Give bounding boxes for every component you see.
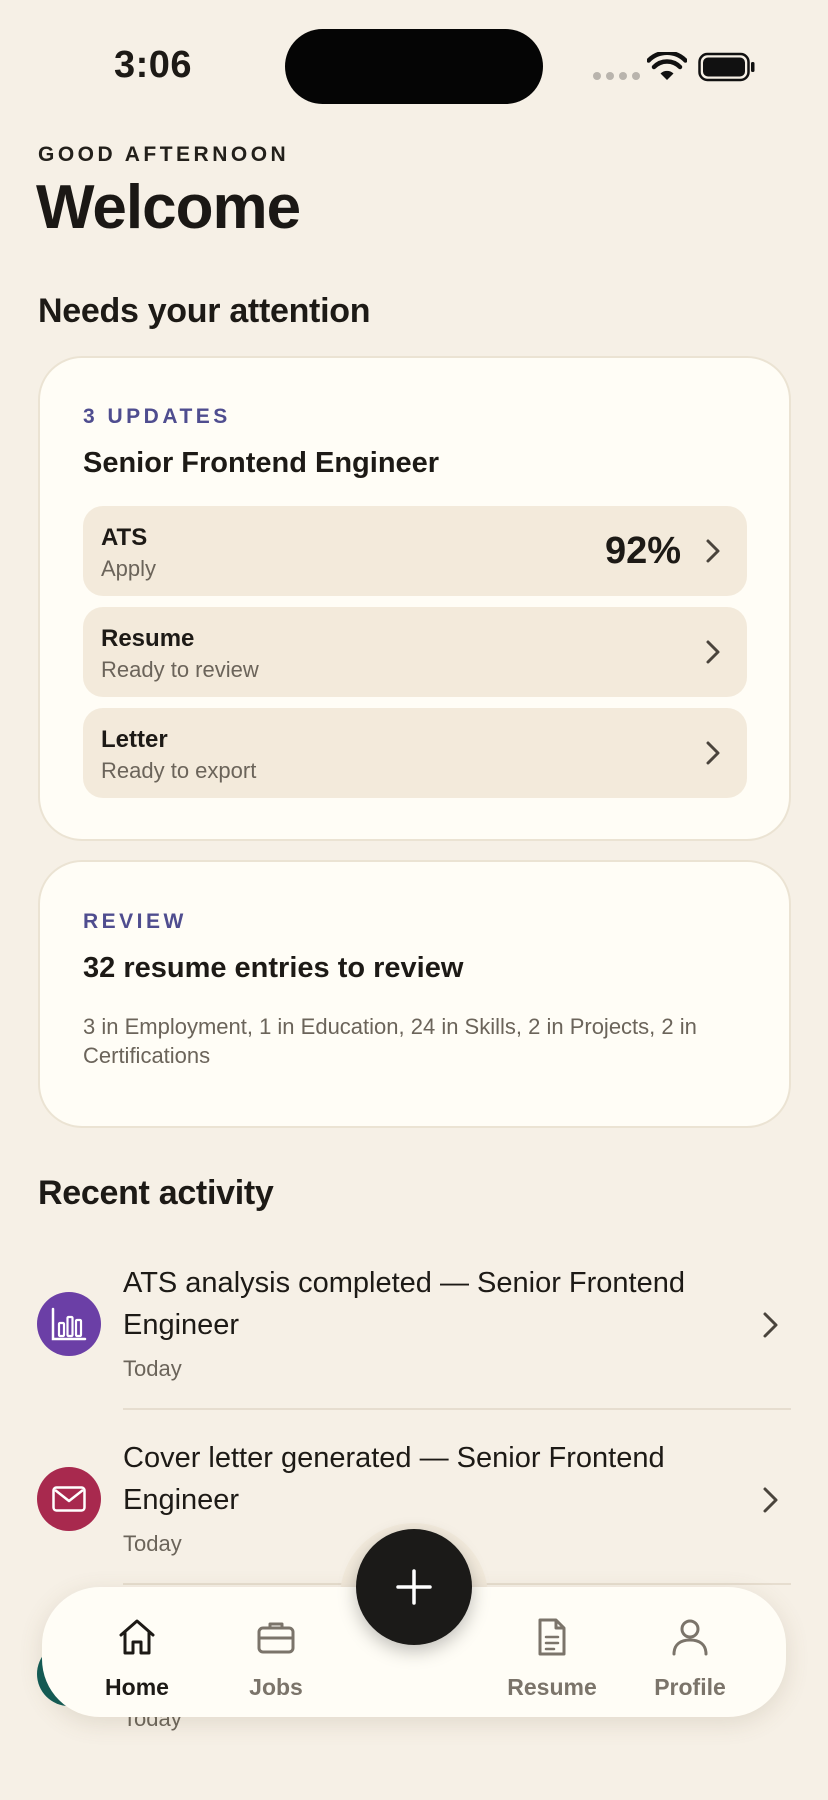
wifi-icon (647, 52, 687, 80)
review-title: 32 resume entries to review (83, 952, 464, 984)
resume-row-subtitle: Ready to review (101, 657, 259, 682)
tab-jobs[interactable]: Jobs (216, 1587, 336, 1717)
tab-home[interactable]: Home (77, 1587, 197, 1717)
resume-row-title: Resume (101, 625, 195, 652)
dynamic-island (285, 29, 543, 104)
document-icon (538, 1618, 566, 1656)
plus-icon (396, 1569, 432, 1605)
briefcase-icon (257, 1622, 295, 1654)
tab-profile[interactable]: Profile (630, 1587, 750, 1717)
resume-row[interactable]: Resume Ready to review (83, 607, 747, 697)
chevron-right-icon (763, 1487, 778, 1513)
attention-section-title: Needs your attention (38, 292, 371, 330)
job-title: Senior Frontend Engineer (83, 447, 440, 479)
chevron-right-icon (763, 1312, 778, 1338)
envelope-icon (52, 1486, 86, 1512)
activity-item[interactable]: ATS analysis completed — Senior Frontend… (0, 1262, 828, 1432)
tab-profile-label: Profile (654, 1674, 726, 1700)
letter-row-subtitle: Ready to export (101, 758, 257, 783)
review-description: 3 in Employment, 1 in Education, 24 in S… (83, 1014, 697, 1068)
activity-time: Today (123, 1531, 182, 1556)
cellular-signal-icon (593, 72, 640, 80)
tab-home-label: Home (105, 1674, 169, 1700)
person-icon (672, 1619, 708, 1656)
activity-title: ATS analysis completed — Senior Frontend… (123, 1267, 686, 1341)
chevron-right-icon (706, 539, 720, 563)
bar-chart-icon (51, 1307, 87, 1341)
tab-jobs-label: Jobs (249, 1674, 303, 1700)
activity-section-title: Recent activity (38, 1174, 274, 1212)
activity-avatar (37, 1467, 101, 1531)
chevron-right-icon (706, 640, 720, 664)
ats-row[interactable]: ATS Apply 92% (83, 506, 747, 596)
activity-avatar (37, 1292, 101, 1356)
letter-row-title: Letter (101, 726, 168, 753)
activity-title: Cover letter generated — Senior Frontend… (123, 1442, 665, 1516)
battery-icon (698, 52, 755, 82)
tab-resume-label: Resume (507, 1674, 597, 1700)
letter-row[interactable]: Letter Ready to export (83, 708, 747, 798)
updates-card: 3 UPDATES Senior Frontend Engineer ATS A… (38, 356, 791, 841)
ats-row-title: ATS (101, 524, 148, 551)
tab-resume[interactable]: Resume (492, 1587, 612, 1717)
status-time: 3:06 (114, 44, 193, 86)
chevron-right-icon (706, 741, 720, 765)
page-title: Welcome (36, 173, 301, 242)
home-icon (119, 1619, 155, 1655)
divider (123, 1408, 791, 1410)
activity-time: Today (123, 1356, 182, 1381)
add-button[interactable] (356, 1529, 472, 1645)
review-kicker: REVIEW (83, 910, 187, 933)
ats-score: 92% (604, 530, 681, 572)
updates-count-label: 3 UPDATES (83, 405, 231, 428)
ats-row-subtitle: Apply (101, 556, 157, 581)
status-bar: 3:06 (0, 0, 828, 130)
review-card[interactable]: REVIEW 32 resume entries to review 3 in … (38, 860, 791, 1128)
greeting-label: GOOD AFTERNOON (38, 143, 290, 166)
